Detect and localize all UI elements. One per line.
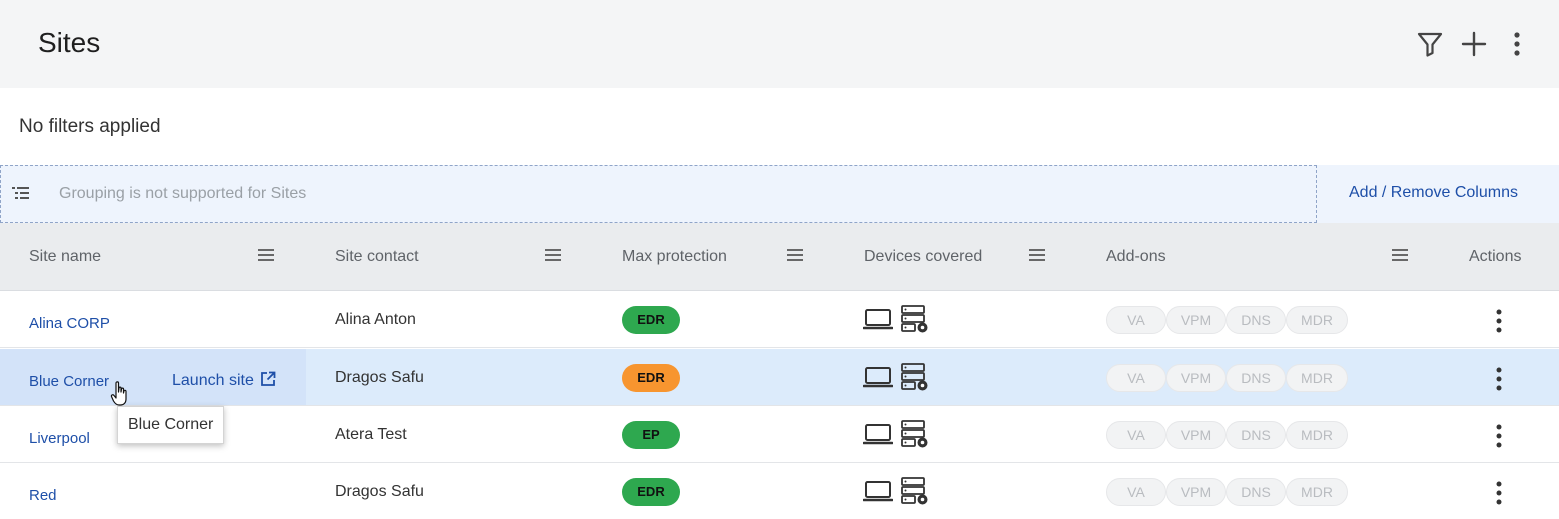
addon-vpm: VPM [1166,421,1226,449]
protection-badge: EDR [622,306,680,334]
table-header: Site name Site contact Max protection De… [0,223,1559,291]
row-actions-icon[interactable] [1489,307,1509,335]
row-actions-icon[interactable] [1489,365,1509,393]
table-row[interactable]: Blue Corner Launch site Dragos Safu EDR … [0,349,1559,406]
server-settings-icon [900,476,930,506]
header-max-protection[interactable]: Max protection [622,248,727,266]
laptop-icon [863,365,893,391]
site-name-link[interactable]: Blue Corner [29,373,109,390]
launch-site-label: Launch site [172,372,254,389]
grouping-drop-zone: Grouping is not supported for Sites [0,165,1317,223]
launch-site-link[interactable]: Launch site [172,371,276,390]
addon-dns: DNS [1226,421,1286,449]
addon-vpm: VPM [1166,306,1226,334]
grouping-placeholder: Grouping is not supported for Sites [59,185,307,202]
plus-icon[interactable] [1458,28,1490,60]
site-contact: Atera Test [335,426,407,443]
site-name-tooltip: Blue Corner [117,406,225,444]
column-menu-icon[interactable] [1028,247,1046,263]
column-menu-icon[interactable] [257,247,275,263]
column-menu-icon[interactable] [1391,247,1409,263]
site-contact: Alina Anton [335,311,416,328]
addon-mdr: MDR [1286,421,1348,449]
header-actions: Actions [1469,248,1522,265]
site-name-link[interactable]: Red [29,487,57,504]
laptop-icon [863,422,893,448]
add-remove-columns-link[interactable]: Add / Remove Columns [1349,184,1518,202]
protection-badge: EDR [622,364,680,392]
site-name-link[interactable]: Liverpool [29,430,90,447]
server-settings-icon [900,419,930,449]
addon-dns: DNS [1226,364,1286,392]
row-actions-icon[interactable] [1489,479,1509,507]
filter-icon[interactable] [1414,28,1446,60]
column-menu-icon[interactable] [544,247,562,263]
header-site-name[interactable]: Site name [29,248,101,266]
column-menu-icon[interactable] [786,247,804,263]
site-contact: Dragos Safu [335,369,424,386]
header-devices-covered[interactable]: Devices covered [864,248,982,266]
addon-va: VA [1106,306,1166,334]
site-contact: Dragos Safu [335,483,424,500]
external-link-icon [260,371,276,387]
group-list-icon [12,186,30,202]
filter-status: No filters applied [19,116,161,137]
table-row[interactable]: Alina CORP Alina Anton EDR VA VPM DNS MD… [0,291,1559,348]
addon-va: VA [1106,364,1166,392]
more-vertical-icon[interactable] [1501,28,1533,60]
addon-mdr: MDR [1286,364,1348,392]
site-name-link[interactable]: Alina CORP [29,315,110,332]
table-row[interactable]: Red Dragos Safu EDR VA VPM DNS MDR [0,463,1559,519]
header-addons[interactable]: Add-ons [1106,248,1166,266]
addon-dns: DNS [1226,478,1286,506]
page-title: Sites [38,27,101,58]
page-header: Sites [0,0,1559,88]
addon-va: VA [1106,421,1166,449]
addon-vpm: VPM [1166,364,1226,392]
row-actions-icon[interactable] [1489,422,1509,450]
laptop-icon [863,479,893,505]
server-settings-icon [900,362,930,392]
addon-vpm: VPM [1166,478,1226,506]
addon-dns: DNS [1226,306,1286,334]
laptop-icon [863,307,893,333]
header-site-contact[interactable]: Site contact [335,248,419,266]
protection-badge: EDR [622,478,680,506]
addon-mdr: MDR [1286,478,1348,506]
addon-mdr: MDR [1286,306,1348,334]
columns-bar: Add / Remove Columns [1317,165,1559,223]
hand-pointer-cursor-icon [110,380,130,408]
table-row[interactable]: Liverpool Atera Test EP VA VPM DNS MDR [0,406,1559,463]
server-settings-icon [900,304,930,334]
addon-va: VA [1106,478,1166,506]
protection-badge: EP [622,421,680,449]
